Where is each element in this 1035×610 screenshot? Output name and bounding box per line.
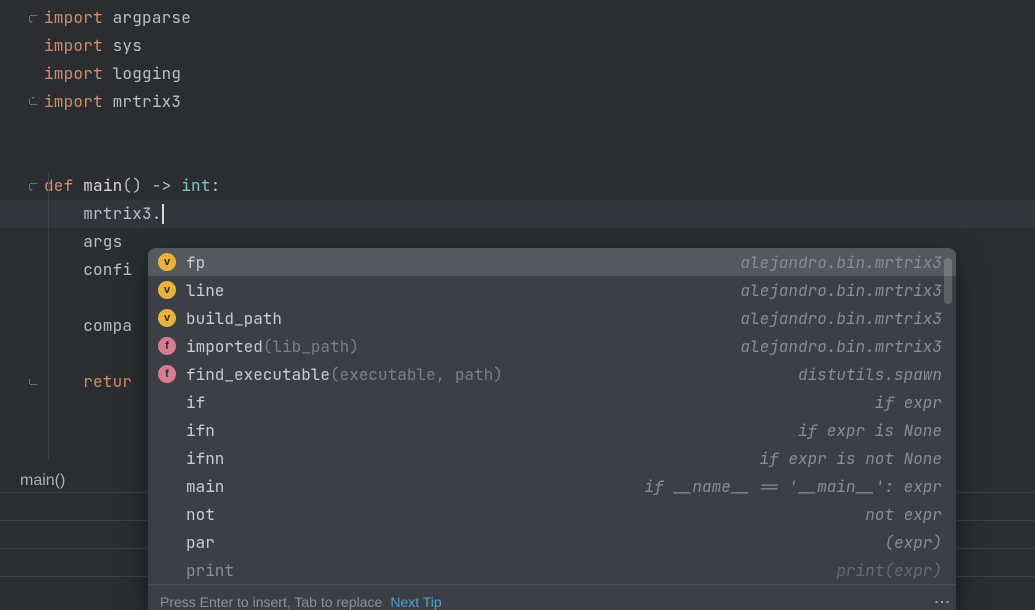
completion-hint: if expr bbox=[875, 392, 942, 413]
code-line[interactable]: import logging bbox=[0, 60, 1035, 88]
identifier: confi bbox=[83, 259, 132, 280]
template-icon bbox=[158, 505, 176, 523]
completion-label: fp bbox=[186, 252, 205, 273]
fold-end-icon[interactable] bbox=[26, 375, 40, 389]
module-name: mrtrix3 bbox=[113, 91, 182, 112]
variable-icon: v bbox=[158, 309, 176, 327]
completion-label: find_executable(executable, path) bbox=[186, 364, 503, 385]
keyword-import: import bbox=[44, 7, 103, 28]
completion-item[interactable]: main if __name__ == '__main__': expr bbox=[148, 472, 956, 500]
function-icon: f bbox=[158, 365, 176, 383]
completion-hint: if expr is not None bbox=[760, 448, 942, 469]
gutter bbox=[0, 95, 44, 109]
code-line[interactable] bbox=[0, 116, 1035, 144]
keyword-import: import bbox=[44, 63, 103, 84]
completion-label: main bbox=[186, 476, 224, 497]
module-name: logging bbox=[113, 63, 182, 84]
completion-item[interactable]: f imported(lib_path) alejandro.bin.mrtri… bbox=[148, 332, 956, 360]
template-icon bbox=[158, 421, 176, 439]
code-line[interactable] bbox=[0, 144, 1035, 172]
completion-hint: if expr is None bbox=[798, 420, 942, 441]
completion-item[interactable]: if if expr bbox=[148, 388, 956, 416]
completion-item[interactable]: par (expr) bbox=[148, 528, 956, 556]
variable-icon: v bbox=[158, 281, 176, 299]
template-icon bbox=[158, 533, 176, 551]
code-line-active[interactable]: mrtrix3. bbox=[0, 200, 1035, 228]
return-type: int bbox=[181, 175, 210, 196]
function-icon: f bbox=[158, 337, 176, 355]
completion-item[interactable]: ifn if expr is None bbox=[148, 416, 956, 444]
completion-item[interactable]: ifnn if expr is not None bbox=[148, 444, 956, 472]
completion-label: not bbox=[186, 504, 215, 525]
completion-footer-text: Press Enter to insert, Tab to replace bbox=[160, 594, 382, 610]
text-caret bbox=[162, 204, 164, 224]
keyword-import: import bbox=[44, 35, 103, 56]
completion-label: if bbox=[186, 392, 205, 413]
completion-item[interactable]: v build_path alejandro.bin.mrtrix3 bbox=[148, 304, 956, 332]
variable-icon: v bbox=[158, 253, 176, 271]
completion-hint: if __name__ == '__main__': expr bbox=[644, 476, 942, 497]
identifier: args bbox=[83, 231, 122, 252]
completion-item[interactable]: v fp alejandro.bin.mrtrix3 bbox=[148, 248, 956, 276]
module-name: sys bbox=[113, 35, 142, 56]
gutter bbox=[0, 179, 44, 193]
code-line[interactable]: import argparse bbox=[0, 4, 1035, 32]
completion-hint: alejandro.bin.mrtrix3 bbox=[740, 280, 942, 301]
current-expression: mrtrix3. bbox=[83, 203, 161, 224]
completion-label: ifnn bbox=[186, 448, 224, 469]
completion-footer: Press Enter to insert, Tab to replace Ne… bbox=[148, 584, 956, 610]
completion-hint: alejandro.bin.mrtrix3 bbox=[740, 308, 942, 329]
keyword-return: retur bbox=[83, 371, 132, 392]
completion-label: print bbox=[186, 560, 234, 581]
completion-item[interactable]: not not expr bbox=[148, 500, 956, 528]
code-line[interactable]: import mrtrix3 bbox=[0, 88, 1035, 116]
module-name: argparse bbox=[113, 7, 191, 28]
gutter bbox=[0, 11, 44, 25]
template-icon bbox=[158, 393, 176, 411]
popup-scrollbar[interactable] bbox=[944, 258, 952, 304]
code-line[interactable]: def main() -> int: bbox=[0, 172, 1035, 200]
template-icon bbox=[158, 477, 176, 495]
completion-label: build_path bbox=[186, 308, 282, 329]
breadcrumb[interactable]: main() bbox=[20, 472, 65, 490]
params: () bbox=[122, 175, 142, 196]
completion-item[interactable]: v line alejandro.bin.mrtrix3 bbox=[148, 276, 956, 304]
fold-start-icon[interactable] bbox=[26, 179, 40, 193]
completion-label: imported(lib_path) bbox=[186, 336, 359, 357]
completion-item[interactable]: f find_executable(executable, path) dist… bbox=[148, 360, 956, 388]
completion-hint: distutils.spawn bbox=[798, 364, 942, 385]
completion-popup[interactable]: v fp alejandro.bin.mrtrix3 v line alejan… bbox=[148, 248, 956, 610]
completion-hint: (expr) bbox=[884, 532, 942, 553]
more-options-icon[interactable]: ⋮ bbox=[938, 594, 944, 610]
indent-guide bbox=[48, 172, 49, 460]
completion-hint: alejandro.bin.mrtrix3 bbox=[740, 252, 942, 273]
completion-label: line bbox=[186, 280, 224, 301]
template-icon bbox=[158, 449, 176, 467]
completion-item[interactable]: print print(expr) bbox=[148, 556, 956, 584]
keyword-import: import bbox=[44, 91, 103, 112]
gutter bbox=[0, 375, 44, 389]
completion-hint: alejandro.bin.mrtrix3 bbox=[740, 336, 942, 357]
completion-list[interactable]: v fp alejandro.bin.mrtrix3 v line alejan… bbox=[148, 248, 956, 584]
completion-hint: print(expr) bbox=[836, 560, 942, 581]
colon: : bbox=[211, 175, 221, 196]
next-tip-link[interactable]: Next Tip bbox=[390, 594, 441, 610]
arrow: -> bbox=[142, 175, 181, 196]
completion-hint: not expr bbox=[865, 504, 942, 525]
fold-start-icon[interactable] bbox=[26, 11, 40, 25]
completion-label: par bbox=[186, 532, 215, 553]
template-icon bbox=[158, 561, 176, 579]
identifier: compa bbox=[83, 315, 132, 336]
fold-end-icon[interactable] bbox=[26, 95, 40, 109]
code-line[interactable]: import sys bbox=[0, 32, 1035, 60]
completion-label: ifn bbox=[186, 420, 215, 441]
function-name: main bbox=[83, 175, 122, 196]
